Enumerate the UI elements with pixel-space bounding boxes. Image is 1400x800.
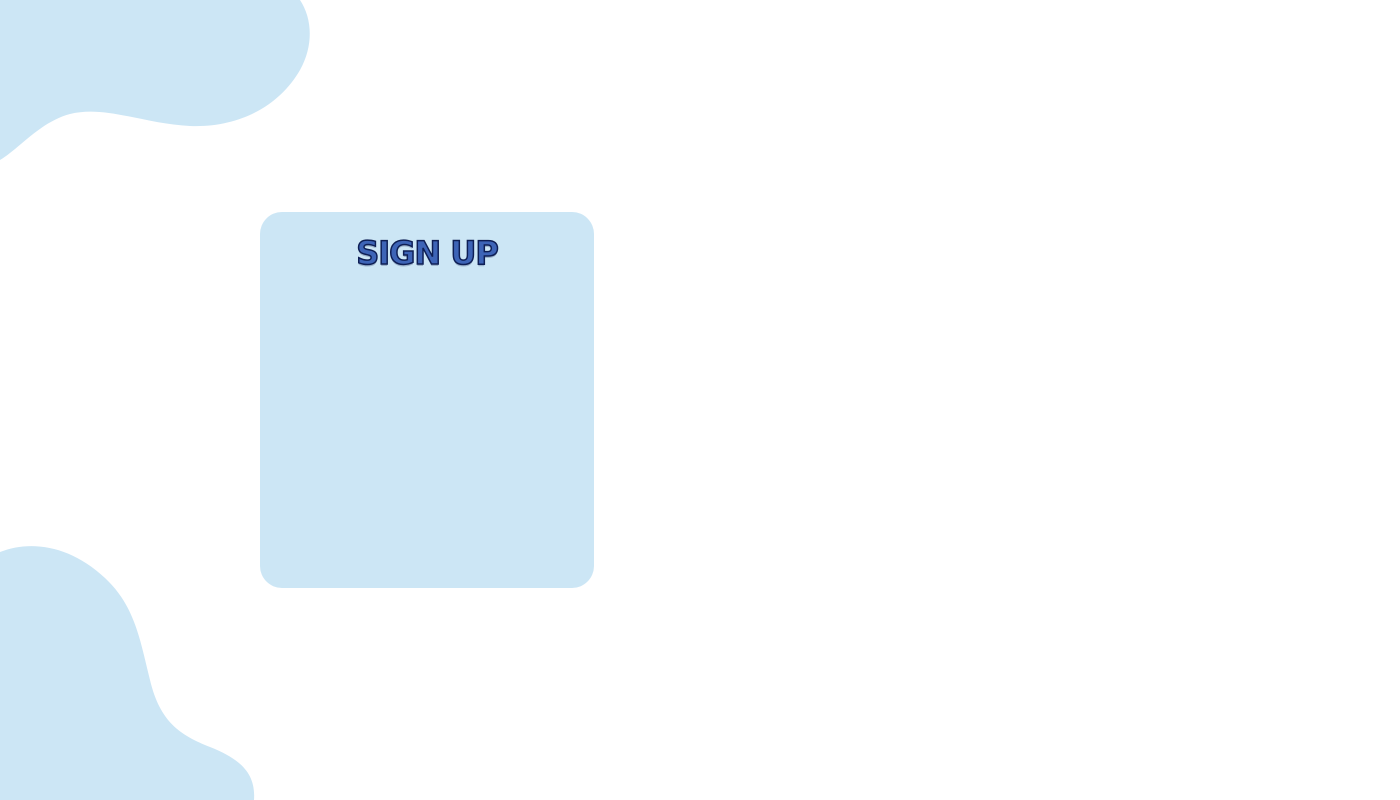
blob-bottom-shape [0, 546, 255, 800]
decorative-blob-bottom-left [0, 546, 255, 800]
signup-card: SIGN UP [260, 212, 594, 588]
decorative-blob-top-left [0, 0, 310, 160]
signup-title: SIGN UP [355, 234, 499, 272]
blob-top-shape [0, 0, 310, 160]
